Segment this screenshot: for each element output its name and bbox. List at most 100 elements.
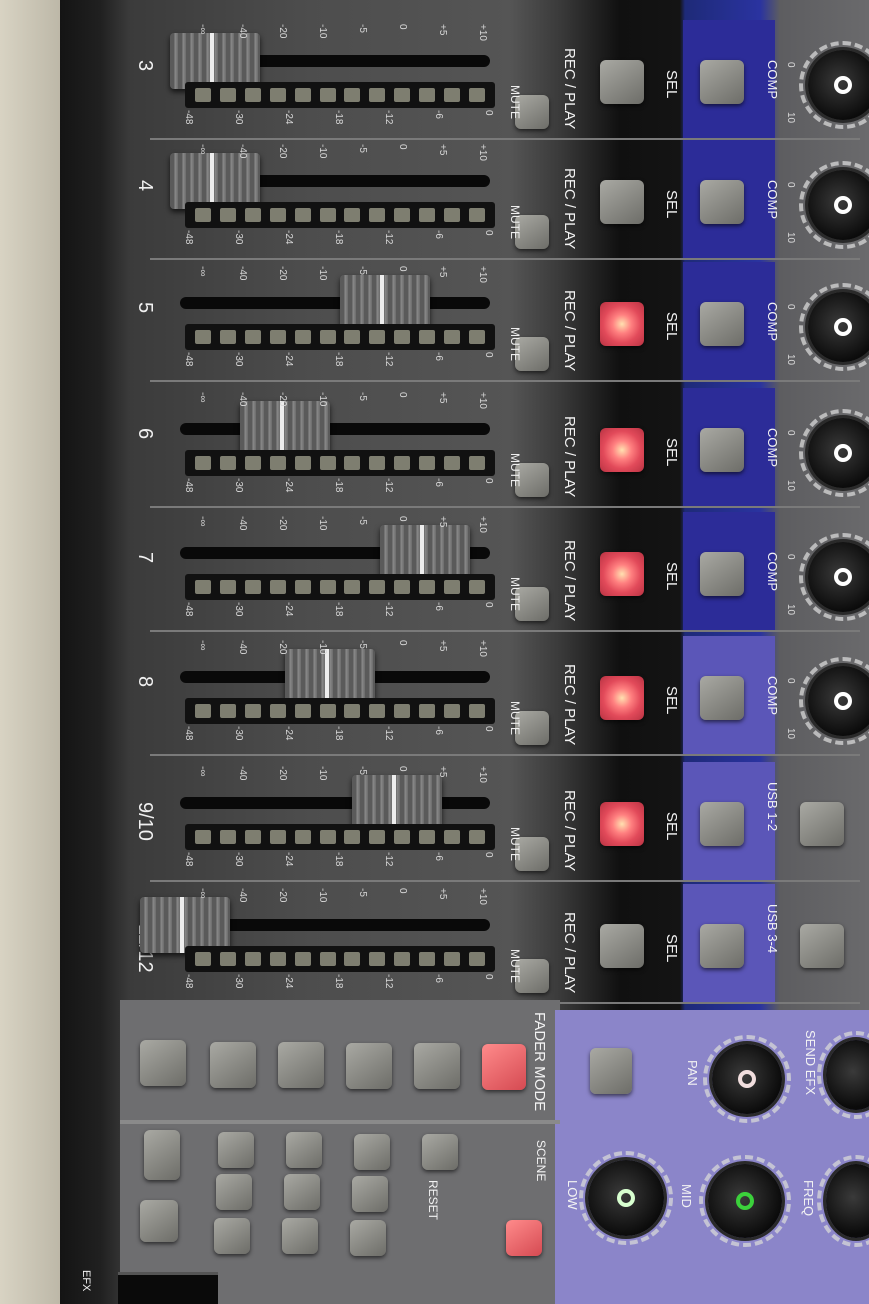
comp-knob[interactable] — [799, 409, 869, 497]
scene-button-8[interactable] — [282, 1218, 318, 1254]
efx-fader[interactable] — [118, 1272, 218, 1304]
channel-number: 8 — [134, 676, 156, 688]
meter-scale-tick: -6 — [433, 726, 444, 735]
comp-knob[interactable] — [799, 533, 869, 621]
fader-mode-button-3[interactable] — [278, 1042, 324, 1088]
strip-divider — [150, 754, 860, 756]
comp-scale-min: 0 — [785, 182, 796, 188]
rec-play-button[interactable] — [600, 302, 644, 346]
scene-button-6[interactable] — [286, 1132, 322, 1168]
meter-scale-tick: -18 — [333, 602, 344, 617]
scene-button-9[interactable] — [354, 1134, 390, 1170]
freq-knob[interactable] — [817, 1155, 869, 1247]
fader-scale-tick: -10 — [317, 266, 328, 281]
fader-mode-button-1[interactable] — [140, 1040, 186, 1086]
meter-scale-tick: -18 — [333, 726, 344, 741]
rec-play-button[interactable] — [600, 676, 644, 720]
comp-label: COMP — [765, 676, 780, 715]
meter-led — [220, 580, 237, 594]
fader-cap[interactable] — [170, 33, 260, 89]
scene-button-10[interactable] — [352, 1176, 388, 1212]
fader-mode-button-active[interactable] — [482, 1044, 526, 1090]
scene-button-5[interactable] — [214, 1218, 250, 1254]
rec-play-button[interactable] — [600, 924, 644, 968]
fader-scale-tick: -5 — [357, 640, 368, 649]
meter-scale-tick: -12 — [383, 352, 394, 367]
fader-cap[interactable] — [240, 401, 330, 457]
meter-led — [195, 208, 212, 222]
fader-cap[interactable] — [340, 275, 430, 331]
sel-button[interactable] — [700, 302, 744, 346]
comp-scale-min: 0 — [785, 304, 796, 310]
meter-led — [344, 830, 361, 844]
fader-scale-tick: -40 — [237, 266, 248, 281]
meter-led — [418, 208, 435, 222]
scene-button-7[interactable] — [284, 1174, 320, 1210]
meter-scale-tick: -24 — [283, 974, 294, 989]
level-meter — [185, 946, 495, 972]
meter-scale-tick: 0 — [483, 352, 494, 358]
meter-led — [443, 580, 460, 594]
comp-knob[interactable] — [799, 283, 869, 371]
fader-scale-tick: -40 — [237, 888, 248, 903]
fader-scale-tick: 0 — [397, 516, 408, 522]
fader-scale-tick: -∞ — [197, 888, 208, 899]
rec-play-button[interactable] — [600, 60, 644, 104]
comp-knob[interactable] — [799, 161, 869, 249]
fader-cap[interactable] — [285, 649, 375, 705]
rec-play-button[interactable] — [600, 180, 644, 224]
scene-button-1[interactable] — [144, 1130, 180, 1180]
sel-button[interactable] — [700, 180, 744, 224]
scene-button-11[interactable] — [350, 1220, 386, 1256]
mid-eq-knob[interactable] — [699, 1155, 791, 1247]
scene-button-3[interactable] — [218, 1132, 254, 1168]
fader-scale-tick: 0 — [397, 640, 408, 646]
fader-scale-tick: -5 — [357, 766, 368, 775]
meter-led — [195, 580, 212, 594]
fader-mode-button-2[interactable] — [210, 1042, 256, 1088]
fader-scale-tick: +10 — [477, 640, 488, 657]
send-efx-knob[interactable] — [817, 1031, 869, 1119]
low-label: LOW — [565, 1180, 580, 1210]
fader-mode-button-4[interactable] — [346, 1043, 392, 1089]
fader-cap[interactable] — [352, 775, 442, 831]
fader-cap[interactable] — [140, 897, 230, 953]
scene-button-4[interactable] — [216, 1174, 252, 1210]
meter-led — [418, 830, 435, 844]
rec-play-button[interactable] — [600, 552, 644, 596]
sel-button[interactable] — [700, 802, 744, 846]
sel-button[interactable] — [700, 428, 744, 472]
fader-scale-tick: +5 — [437, 24, 448, 36]
usb-button[interactable] — [800, 924, 844, 968]
pan-knob[interactable] — [703, 1035, 791, 1123]
eq-select-button[interactable] — [590, 1048, 632, 1094]
scene-button-2[interactable] — [140, 1200, 178, 1242]
comp-knob[interactable] — [799, 657, 869, 745]
meter-led — [369, 208, 386, 222]
meter-led — [220, 330, 237, 344]
meter-scale-tick: 0 — [483, 602, 494, 608]
low-eq-knob[interactable] — [579, 1151, 673, 1245]
rec-play-button[interactable] — [600, 802, 644, 846]
fader-cap[interactable] — [170, 153, 260, 209]
sel-button[interactable] — [700, 676, 744, 720]
fader-mode-button-5[interactable] — [414, 1043, 460, 1089]
strip-divider — [150, 880, 860, 882]
scene-button-12[interactable] — [422, 1134, 458, 1170]
usb-button[interactable] — [800, 802, 844, 846]
panel-divider — [120, 1120, 560, 1124]
scene-store-button[interactable] — [506, 1220, 542, 1256]
rec-play-button[interactable] — [600, 428, 644, 472]
rec-play-label: REC / PLAY — [561, 790, 578, 872]
meter-led — [344, 580, 361, 594]
fader-cap[interactable] — [380, 525, 470, 581]
sel-button[interactable] — [700, 924, 744, 968]
comp-knob[interactable] — [799, 41, 869, 129]
sel-button[interactable] — [700, 552, 744, 596]
fader-scale-tick: +10 — [477, 888, 488, 905]
sel-button[interactable] — [700, 60, 744, 104]
meter-led — [269, 952, 286, 966]
meter-led — [394, 704, 411, 718]
meter-led — [344, 88, 361, 102]
fader-scale-tick: -20 — [277, 144, 288, 159]
